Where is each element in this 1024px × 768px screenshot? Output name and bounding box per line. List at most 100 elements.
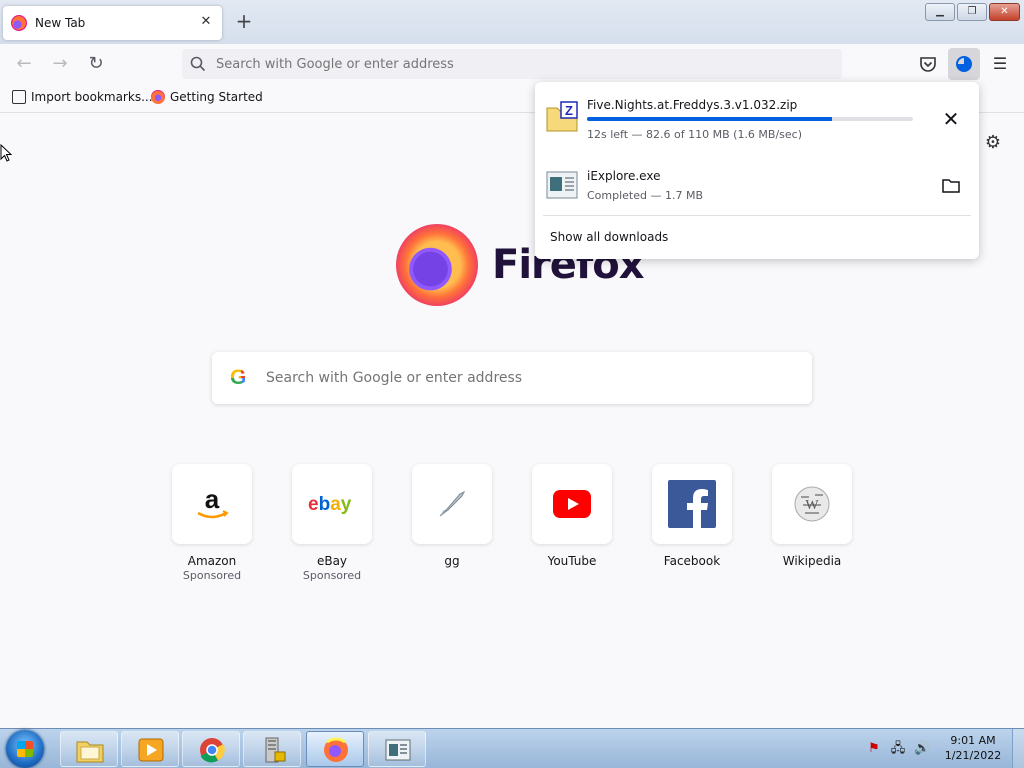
taskbar-iexplore-app[interactable] (368, 731, 426, 767)
taskbar-explorer[interactable] (60, 731, 118, 767)
reload-icon[interactable]: ↻ (86, 54, 106, 74)
taskbar-media-player[interactable] (121, 731, 179, 767)
taskbar-chrome[interactable] (182, 731, 240, 767)
show-all-downloads-link[interactable]: Show all downloads (550, 230, 668, 244)
svg-text:Z: Z (565, 103, 573, 118)
firefox-logo-icon (396, 224, 478, 306)
application-window-icon (385, 739, 411, 761)
restore-button[interactable]: ❐ (957, 3, 987, 21)
address-input[interactable] (216, 56, 816, 72)
tile-label: YouTube (547, 554, 597, 568)
newtab-search-input[interactable] (266, 370, 786, 386)
archive-lock-icon (265, 737, 286, 763)
pocket-icon[interactable] (918, 54, 938, 74)
tile-icon-box: a (172, 464, 252, 544)
top-site-tile[interactable]: YouTube (532, 464, 612, 568)
firefox-icon (324, 737, 348, 762)
tile-icon-box (412, 464, 492, 544)
tile-icon-box (532, 464, 612, 544)
action-center-flag-icon[interactable]: ⚑ (866, 741, 882, 757)
youtube-icon (553, 490, 591, 518)
tab-title: New Tab (35, 16, 86, 30)
svg-text:ebay: ebay (308, 494, 352, 515)
tile-label: Amazon (187, 554, 237, 568)
svg-text:a: a (205, 486, 220, 514)
taskbar-firefox[interactable] (306, 731, 364, 767)
tile-sponsored: Sponsored (302, 569, 362, 582)
clock-time: 9:01 AM (950, 734, 996, 747)
tab-new-tab[interactable]: New Tab ✕ (3, 6, 222, 40)
windows-logo-icon (17, 741, 33, 757)
chrome-icon (200, 738, 225, 763)
hamburger-menu-icon[interactable]: ☰ (990, 54, 1010, 74)
wikipedia-icon: W (794, 486, 830, 522)
close-icon[interactable]: ✕ (198, 14, 214, 30)
top-site-tile[interactable]: W Wikipedia (772, 464, 852, 568)
tile-icon-box (652, 464, 732, 544)
amazon-icon: a (197, 486, 229, 519)
bookmark-label: Getting Started (170, 90, 263, 104)
top-site-tile[interactable]: Facebook (652, 464, 732, 568)
bookmark-label: Import bookmarks... (31, 90, 153, 104)
newtab-search-box[interactable]: G (212, 352, 812, 404)
downloads-button[interactable] (948, 48, 980, 80)
download-filename: iExplore.exe (587, 169, 661, 183)
import-icon (12, 90, 26, 104)
volume-icon[interactable]: 🔊 (914, 741, 930, 757)
ebay-icon: ebay (308, 494, 352, 515)
tile-label: eBay (316, 554, 348, 568)
gear-icon[interactable]: ⚙ (983, 133, 1003, 153)
download-filename: Five.Nights.at.Freddys.3.v1.032.zip (587, 98, 798, 112)
bookmark-getting-started[interactable]: Getting Started (151, 90, 263, 104)
tile-label: Facebook (663, 554, 721, 568)
tile-icon-box: ebay (292, 464, 372, 544)
tile-label: gg (444, 554, 460, 568)
folder-explorer-icon (76, 741, 104, 763)
top-site-tile[interactable]: a Amazon Sponsored (172, 464, 252, 582)
download-status: 12s left — 82.6 of 110 MB (1.6 MB/sec) (587, 128, 803, 141)
cancel-download-icon[interactable]: ✕ (939, 108, 963, 132)
window-close-button[interactable]: ✕ (989, 3, 1020, 21)
mouse-cursor-icon (0, 144, 12, 162)
bookmark-import[interactable]: Import bookmarks... (12, 90, 153, 104)
facebook-icon (668, 480, 716, 528)
windows-taskbar: ⚑ 🖧 🔊 9:01 AM 1/21/2022 (0, 728, 1024, 768)
title-bar: New Tab ✕ + ▁ ❐ ✕ (0, 0, 1024, 44)
media-player-icon (138, 738, 164, 762)
back-arrow-icon[interactable]: ← (14, 54, 34, 74)
address-bar[interactable] (182, 49, 842, 79)
svg-text:W: W (805, 498, 819, 513)
download-status: Completed — 1.7 MB (587, 189, 704, 202)
zip-file-icon: Z (546, 101, 578, 132)
top-site-tile[interactable]: ebay eBay Sponsored (292, 464, 372, 582)
download-item[interactable]: Z Five.Nights.at.Freddys.3.v1.032.zip 12… (535, 92, 979, 156)
network-icon[interactable]: 🖧 (890, 741, 906, 757)
firefox-icon (151, 90, 165, 104)
tile-sponsored: Sponsored (182, 569, 242, 582)
divider (543, 215, 971, 216)
new-tab-button[interactable]: + (234, 11, 254, 32)
download-item[interactable]: iExplore.exe Completed — 1.7 MB (535, 158, 979, 222)
download-progress-fill (587, 117, 832, 121)
gg-icon (439, 490, 466, 517)
downloads-panel: Z Five.Nights.at.Freddys.3.v1.032.zip 12… (535, 82, 979, 259)
top-site-tile[interactable]: gg (412, 464, 492, 568)
tile-label: Wikipedia (782, 554, 842, 568)
search-icon (190, 56, 206, 72)
forward-arrow-icon[interactable]: → (50, 54, 70, 74)
navigation-toolbar: ← → ↻ ☰ (0, 44, 1024, 84)
folder-icon[interactable] (941, 178, 961, 194)
google-icon: G (230, 367, 252, 389)
minimize-button[interactable]: ▁ (925, 3, 955, 21)
download-progress-bar (587, 117, 913, 121)
exe-file-icon (546, 171, 578, 199)
firefox-favicon-icon (11, 15, 27, 31)
system-tray: ⚑ 🖧 🔊 (862, 739, 942, 759)
taskbar-clock[interactable]: 9:01 AM 1/21/2022 (940, 733, 1006, 763)
download-progress-icon (956, 56, 972, 72)
start-button[interactable] (6, 730, 44, 768)
show-desktop-button[interactable] (1012, 729, 1024, 768)
clock-date: 1/21/2022 (944, 749, 1002, 762)
tile-icon-box: W (772, 464, 852, 544)
taskbar-archive[interactable] (243, 731, 301, 767)
